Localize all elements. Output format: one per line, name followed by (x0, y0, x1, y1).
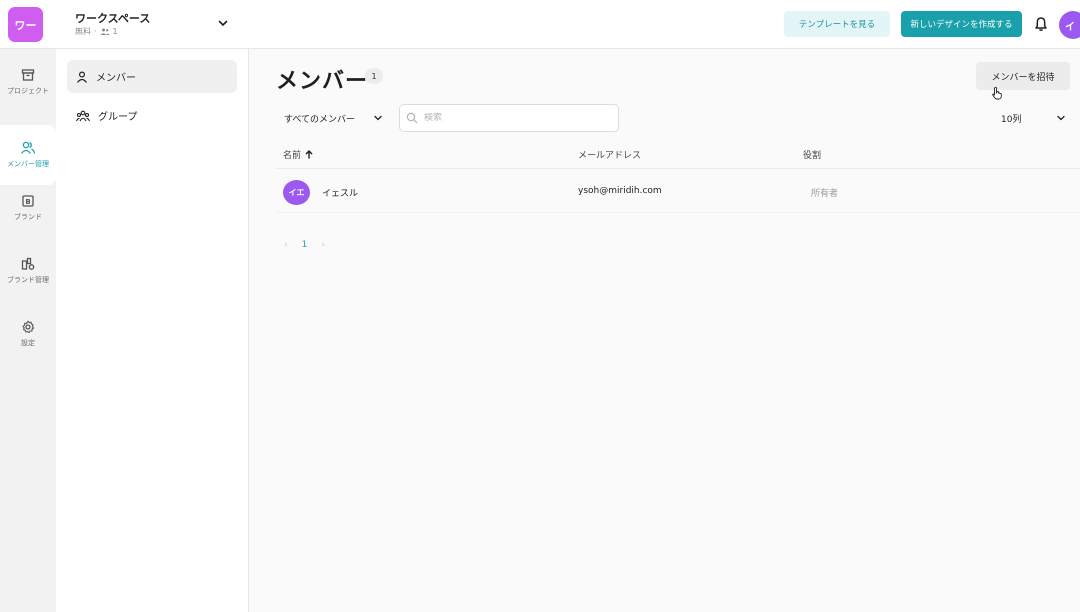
column-header-email: メールアドレス (578, 148, 641, 161)
rail-item-member-management[interactable]: メンバー管理 (0, 125, 56, 185)
rail-item-brand-management[interactable]: ブランド管理 (0, 241, 56, 301)
people-icon (100, 28, 110, 35)
member-role[interactable]: 所有者 (811, 186, 838, 199)
rail-label: メンバー管理 (7, 160, 49, 168)
chevron-down-icon (1057, 115, 1065, 121)
person-icon (77, 70, 87, 83)
pagination: ‹ 1 › (284, 240, 325, 250)
group-icon (76, 110, 90, 121)
next-page-button[interactable]: › (321, 240, 325, 250)
workspace-member-count: 1 (112, 27, 118, 36)
rail-item-brand[interactable]: B ブランド (0, 178, 56, 238)
brand-icon: B (22, 195, 34, 207)
chevron-down-icon[interactable] (216, 16, 230, 30)
workspace-name[interactable]: ワークスペース (75, 10, 150, 26)
rail-label: 設定 (21, 339, 35, 347)
member-name: イェスル (322, 189, 359, 199)
brand-manage-icon (21, 257, 35, 270)
column-label: 役割 (803, 151, 822, 161)
member-search-box[interactable] (399, 104, 619, 132)
gear-icon (22, 320, 35, 334)
column-header-name[interactable]: 名前 (283, 148, 313, 161)
chevron-down-icon (374, 115, 382, 121)
column-header-role: 役割 (803, 148, 821, 161)
rail-label: ブランド管理 (7, 276, 49, 284)
member-avatar: イエ (283, 180, 310, 205)
top-header: ワー ワークスペース 無料 · 1 テンプレートを見る 新しいデザインを作成する… (0, 0, 1080, 49)
column-label: メールアドレス (578, 151, 642, 161)
rows-per-page-value: 10列 (1001, 114, 1022, 125)
view-templates-button[interactable]: テンプレートを見る (784, 11, 890, 37)
left-rail: プロジェクト メンバー管理 B ブランド ブランド管理 設定 (0, 49, 56, 612)
subnav-label: メンバー (96, 73, 136, 84)
table-row[interactable]: イエ イェスル ysoh@miridih.com 所有者 (276, 169, 1080, 213)
hand-cursor-icon (992, 86, 1002, 100)
subnav-label: グループ (98, 112, 138, 123)
filter-label: すべてのメンバー (284, 114, 356, 125)
rail-item-settings[interactable]: 設定 (0, 304, 56, 364)
dot-separator: · (94, 27, 97, 36)
rail-item-projects[interactable]: プロジェクト (0, 52, 56, 112)
member-count-badge: 1 (365, 68, 383, 84)
sort-ascending-icon (305, 150, 313, 159)
svg-text:B: B (25, 198, 30, 206)
member-subnav: メンバー グループ (56, 49, 249, 612)
subnav-item-members[interactable]: メンバー (67, 60, 237, 93)
rows-per-page-select[interactable]: 10列 (1001, 110, 1067, 126)
member-email: ysoh@miridih.com (578, 186, 662, 196)
page-number-current[interactable]: 1 (302, 240, 308, 250)
rail-label: プロジェクト (7, 87, 49, 95)
members-icon (20, 141, 36, 154)
prev-page-button[interactable]: ‹ (284, 240, 288, 250)
user-avatar[interactable]: イ (1059, 11, 1080, 39)
member-filter-dropdown[interactable]: すべてのメンバー (276, 105, 388, 131)
column-label: 名前 (283, 151, 302, 161)
search-icon (406, 112, 418, 124)
subnav-item-groups[interactable]: グループ (67, 99, 237, 132)
workspace-logo[interactable]: ワー (8, 7, 43, 42)
page-title: メンバー (276, 69, 369, 94)
create-new-design-button[interactable]: 新しいデザインを作成する (901, 11, 1022, 37)
search-input[interactable] (424, 113, 604, 123)
archive-icon (21, 69, 35, 81)
workspace-meta: 無料 · 1 (75, 26, 118, 37)
main-content: メンバー 1 メンバーを招待 すべてのメンバー 10列 名前 メールアドレス 役… (249, 49, 1080, 612)
rail-label: ブランド (14, 213, 42, 221)
workspace-plan: 無料 (75, 27, 91, 36)
bell-icon[interactable] (1033, 16, 1049, 32)
